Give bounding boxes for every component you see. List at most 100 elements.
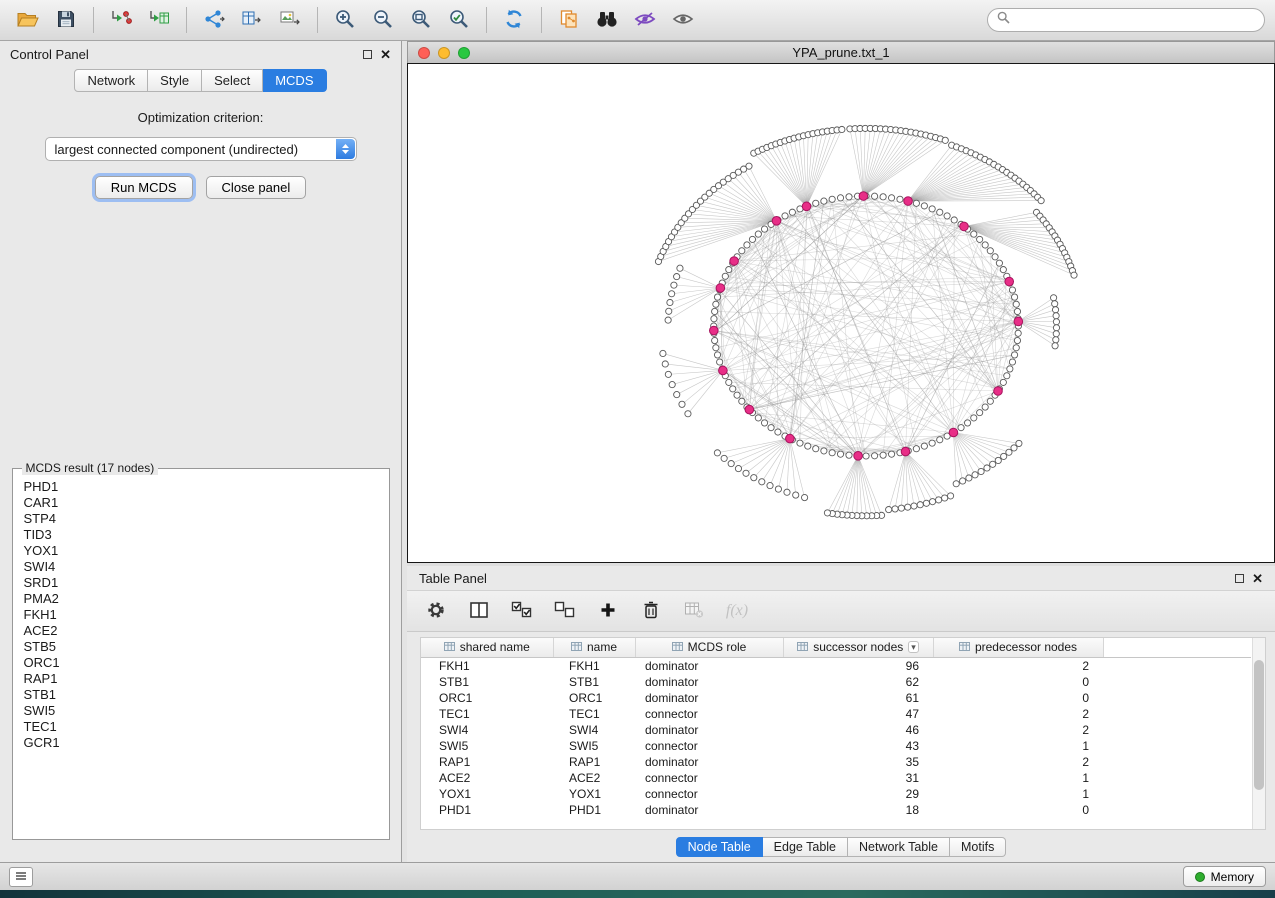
zoom-out-button[interactable] xyxy=(365,4,401,36)
column-header-name[interactable]: name xyxy=(553,638,635,657)
float-control-panel-button[interactable] xyxy=(363,50,372,59)
table-row[interactable]: PHD1PHD1dominator180 xyxy=(421,802,1251,818)
mcds-result-item[interactable]: GCR1 xyxy=(15,735,387,751)
table-scrollbar[interactable] xyxy=(1252,638,1265,829)
zoom-fit-button[interactable] xyxy=(403,4,439,36)
show-columns-button[interactable] xyxy=(464,596,494,626)
gear-icon xyxy=(426,600,446,623)
window-close-button[interactable] xyxy=(418,47,430,59)
show-graphics-button[interactable] xyxy=(665,4,701,36)
export-network-button[interactable] xyxy=(196,4,232,36)
table-row[interactable]: TEC1TEC1connector472 xyxy=(421,706,1251,722)
mcds-result-item[interactable]: STB5 xyxy=(15,639,387,655)
tab-mcds[interactable]: MCDS xyxy=(263,69,326,92)
close-control-panel-button[interactable]: ✕ xyxy=(380,48,391,61)
toolbar-separator xyxy=(93,7,94,33)
zoom-selected-button[interactable] xyxy=(441,4,477,36)
tab-motifs[interactable]: Motifs xyxy=(950,837,1006,857)
table-row[interactable]: ORC1ORC1dominator610 xyxy=(421,690,1251,706)
checked-boxes-icon xyxy=(511,601,533,622)
optimization-criterion-dropdown[interactable]: largest connected component (undirected) xyxy=(45,137,357,161)
zoom-selected-icon xyxy=(448,8,470,33)
table-row[interactable]: SWI4SWI4dominator462 xyxy=(421,722,1251,738)
export-image-button[interactable] xyxy=(272,4,308,36)
clone-network-button[interactable] xyxy=(551,4,587,36)
memory-label: Memory xyxy=(1211,870,1254,884)
column-header-successor-nodes[interactable]: successor nodes▾ xyxy=(783,638,933,657)
network-canvas[interactable] xyxy=(407,63,1275,563)
select-all-columns-button[interactable] xyxy=(507,596,537,626)
table-row[interactable]: FKH1FKH1dominator962 xyxy=(421,657,1251,674)
table-row[interactable]: SWI5SWI5connector431 xyxy=(421,738,1251,754)
delete-table-button[interactable] xyxy=(679,596,709,626)
mcds-result-item[interactable]: STP4 xyxy=(15,511,387,527)
tab-edge-table[interactable]: Edge Table xyxy=(763,837,848,857)
mcds-result-item[interactable]: TEC1 xyxy=(15,719,387,735)
table-row[interactable]: STB1STB1dominator620 xyxy=(421,674,1251,690)
zoom-in-icon xyxy=(334,8,356,33)
mcds-result-item[interactable]: STB1 xyxy=(15,687,387,703)
hide-graphics-button[interactable] xyxy=(627,4,663,36)
mcds-result-item[interactable]: ORC1 xyxy=(15,655,387,671)
close-panel-button[interactable]: Close panel xyxy=(206,176,307,199)
mcds-result-item[interactable]: ACE2 xyxy=(15,623,387,639)
column-header-shared-name[interactable]: shared name xyxy=(421,638,553,657)
mcds-result-item[interactable]: SWI4 xyxy=(15,559,387,575)
column-header-predecessor-nodes[interactable]: predecessor nodes xyxy=(933,638,1103,657)
node-table: shared namenameMCDS rolesuccessor nodes▾… xyxy=(420,637,1266,830)
function-builder-button[interactable]: f(x) xyxy=(722,596,752,626)
dropdown-selected-value: largest connected component (undirected) xyxy=(55,142,299,157)
network-graph[interactable] xyxy=(408,64,1274,562)
mcds-result-item[interactable]: SWI5 xyxy=(15,703,387,719)
window-minimize-button[interactable] xyxy=(438,47,450,59)
binoculars-icon xyxy=(595,10,619,31)
deselect-all-columns-button[interactable] xyxy=(550,596,580,626)
delete-column-button[interactable] xyxy=(636,596,666,626)
export-table-button[interactable] xyxy=(234,4,270,36)
table-row[interactable]: YOX1YOX1connector291 xyxy=(421,786,1251,802)
mcds-result-item[interactable]: YOX1 xyxy=(15,543,387,559)
network-window-titlebar[interactable]: YPA_prune.txt_1 xyxy=(407,41,1275,63)
tab-style[interactable]: Style xyxy=(148,69,202,92)
export-network-icon xyxy=(203,9,225,32)
mcds-result-item[interactable]: RAP1 xyxy=(15,671,387,687)
find-button[interactable] xyxy=(589,4,625,36)
window-zoom-button[interactable] xyxy=(458,47,470,59)
close-table-panel-button[interactable]: ✕ xyxy=(1252,572,1263,585)
mcds-result-item[interactable]: CAR1 xyxy=(15,495,387,511)
zoom-in-button[interactable] xyxy=(327,4,363,36)
table-row[interactable]: ACE2ACE2connector311 xyxy=(421,770,1251,786)
toolbar-separator xyxy=(186,7,187,33)
memory-button[interactable]: Memory xyxy=(1183,866,1266,887)
task-history-button[interactable] xyxy=(9,867,33,887)
search-input[interactable] xyxy=(1016,13,1255,27)
mcds-result-item[interactable]: TID3 xyxy=(15,527,387,543)
table-scrollbar-thumb[interactable] xyxy=(1254,660,1264,790)
tab-network-table[interactable]: Network Table xyxy=(848,837,950,857)
tab-select[interactable]: Select xyxy=(202,69,263,92)
open-file-button[interactable] xyxy=(10,4,46,36)
table-row[interactable]: RAP1RAP1dominator352 xyxy=(421,754,1251,770)
mcds-result-item[interactable]: PMA2 xyxy=(15,591,387,607)
tab-node-table[interactable]: Node Table xyxy=(676,837,763,857)
float-table-panel-button[interactable] xyxy=(1235,574,1244,583)
delete-table-icon xyxy=(684,601,704,622)
import-table-icon xyxy=(148,9,170,32)
mcds-result-group: MCDS result (17 nodes) PHD1CAR1STP4TID3Y… xyxy=(12,468,390,840)
network-window-title: YPA_prune.txt_1 xyxy=(408,45,1274,60)
mcds-result-item[interactable]: FKH1 xyxy=(15,607,387,623)
column-header-MCDS-role[interactable]: MCDS role xyxy=(635,638,783,657)
create-column-button[interactable] xyxy=(593,596,623,626)
toolbar-separator xyxy=(486,7,487,33)
import-table-button[interactable] xyxy=(141,4,177,36)
table-settings-button[interactable] xyxy=(421,596,451,626)
mcds-result-item[interactable]: PHD1 xyxy=(15,479,387,495)
import-network-button[interactable] xyxy=(103,4,139,36)
save-session-button[interactable] xyxy=(48,4,84,36)
export-image-icon xyxy=(279,9,301,32)
mcds-result-item[interactable]: SRD1 xyxy=(15,575,387,591)
run-mcds-button[interactable]: Run MCDS xyxy=(95,176,193,199)
refresh-view-button[interactable] xyxy=(496,4,532,36)
table-toolbar: f(x) xyxy=(407,590,1275,632)
tab-network[interactable]: Network xyxy=(74,69,148,92)
